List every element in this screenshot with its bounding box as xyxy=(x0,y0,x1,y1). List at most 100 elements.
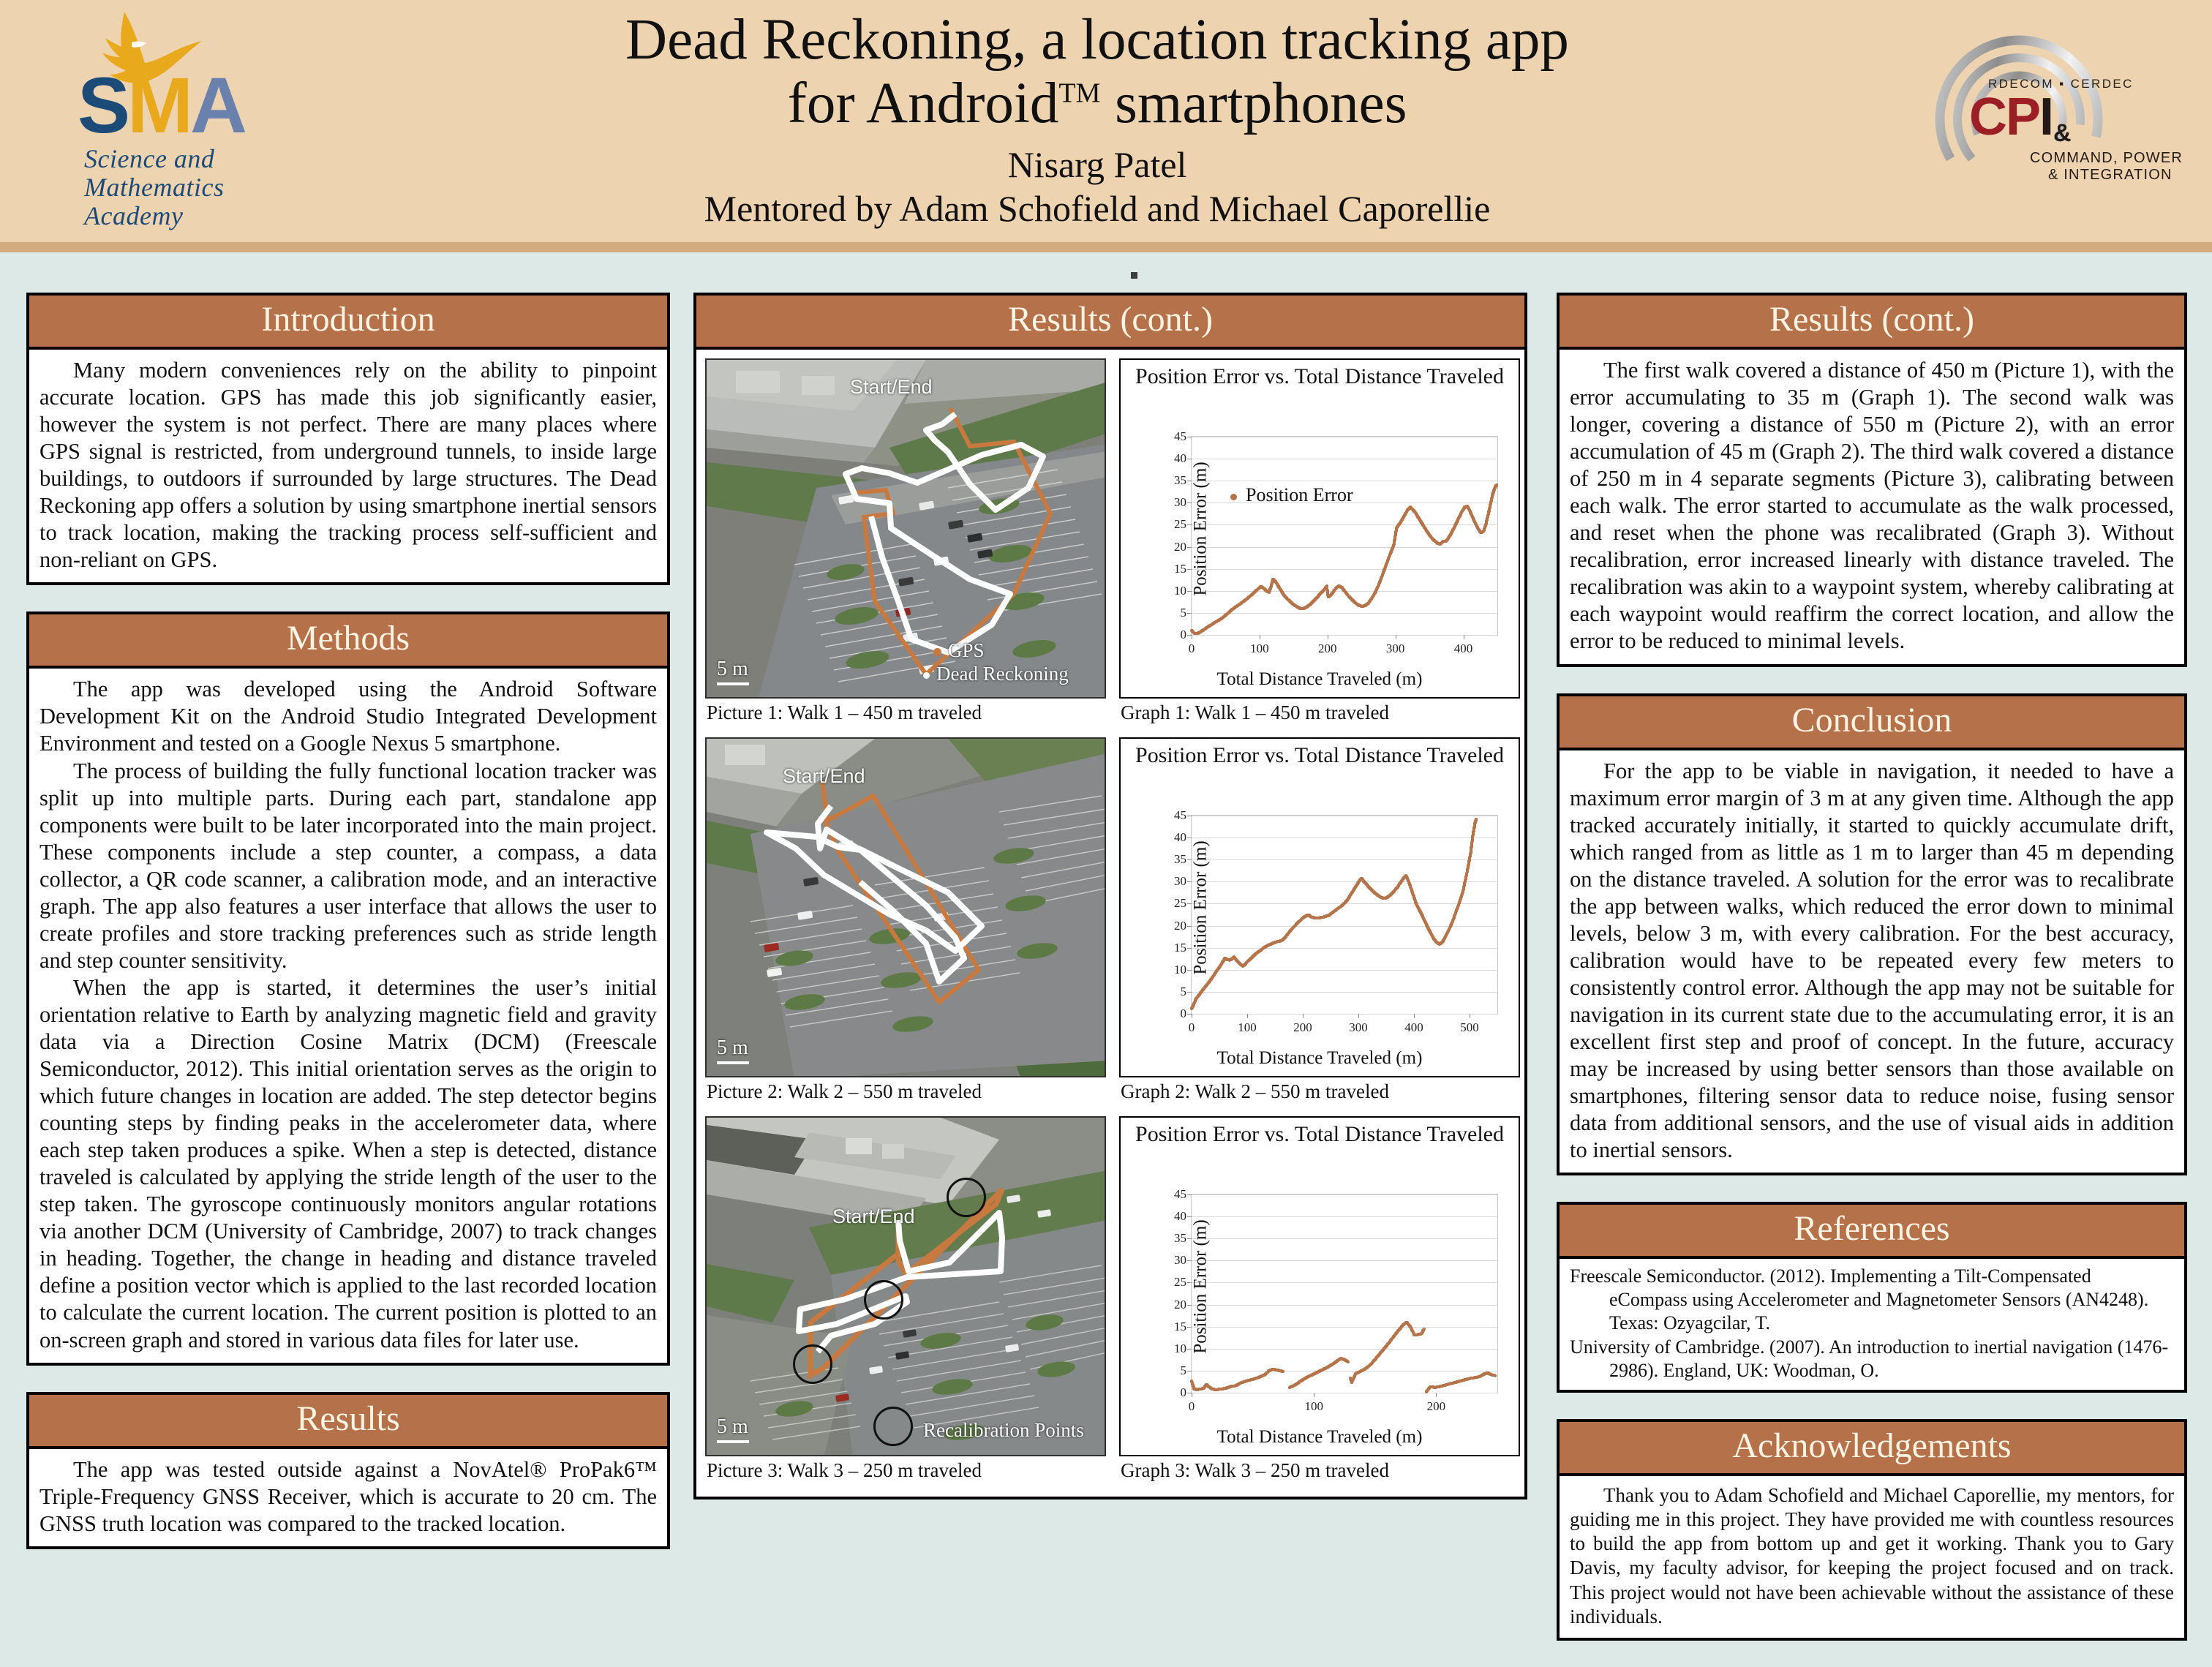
chart-x-tick-mark xyxy=(1358,1014,1359,1018)
chart-x-tick-mark xyxy=(1303,1014,1304,1018)
scale-bar-3: 5 m xyxy=(717,1415,749,1443)
cpi-bottom-line-2: & INTEGRATION xyxy=(2048,167,2172,183)
chart-y-tick-label: 30 xyxy=(1174,495,1186,510)
chart-y-tick-label: 10 xyxy=(1174,583,1186,598)
page-title: Dead Reckoning, a location tracking app … xyxy=(366,8,1829,136)
cpi-wordmark: CPI xyxy=(1969,87,2054,147)
chart-x-tick-label: 200 xyxy=(1293,1020,1312,1034)
figure-cell-graph-1: Position Error vs. Total Distance Travel… xyxy=(1119,358,1520,731)
satellite-image-walk-2: Start/End 5 m xyxy=(705,737,1106,1077)
title-block: Dead Reckoning, a location tracking app … xyxy=(366,8,1829,230)
scale-bar-line-2 xyxy=(717,1061,749,1064)
chart-1-legend-marker xyxy=(1230,493,1237,500)
chart-y-tick-label: 15 xyxy=(1174,561,1186,576)
chart-gridline xyxy=(1192,546,1497,548)
chart-x-tick-label: 400 xyxy=(1453,641,1473,655)
graph-3-caption: Graph 3: Walk 3 – 250 m traveled xyxy=(1121,1459,1389,1481)
satellite-image-walk-1: Start/End 5 m GPS Dead Reckoning xyxy=(705,358,1106,699)
chart-y-tick-label: 40 xyxy=(1174,1209,1186,1224)
figure-cell-picture-2: Start/End 5 m Picture 2: Walk 2 – 550 m … xyxy=(705,737,1106,1110)
sma-subtitle: Science and Mathematics Academy xyxy=(84,144,225,230)
results-body: The app was tested outside against a Nov… xyxy=(29,1449,667,1546)
figure-cell-picture-1: Start/End 5 m GPS Dead Reckoning Picture… xyxy=(705,358,1106,731)
chart-y-tick-label: 45 xyxy=(1174,429,1186,443)
chart-1-x-axis-title: Total Distance Traveled (m) xyxy=(1216,669,1423,689)
chart-x-tick-label: 200 xyxy=(1318,641,1337,655)
chart-x-tick-label: 0 xyxy=(1188,1399,1195,1413)
chart-gridline xyxy=(1192,568,1497,570)
chart-3-x-axis-title: Total Distance Traveled (m) xyxy=(1216,1427,1423,1447)
scale-bar-label-1: 5 m xyxy=(717,658,748,680)
methods-paragraph-3: When the app is started, it determines t… xyxy=(40,974,657,1352)
figure-row-2: Start/End 5 m Picture 2: Walk 2 – 550 m … xyxy=(705,737,1520,1110)
figure-cell-picture-3: Start/End Recalibration Points 5 m Pictu… xyxy=(705,1116,1106,1489)
chart-gridline xyxy=(1192,524,1497,526)
start-end-label-3: Start/End xyxy=(832,1205,915,1227)
sma-letter-a: A xyxy=(190,61,247,149)
chart-y-tick-label: 10 xyxy=(1174,1341,1186,1355)
chart-graph-3: Position Error vs. Total Distance Travel… xyxy=(1119,1116,1520,1456)
picture-3-caption: Picture 3: Walk 3 – 250 m traveled xyxy=(707,1459,982,1481)
aerial-map-2 xyxy=(707,739,1105,1076)
scale-bar-line-1 xyxy=(717,682,749,685)
title-line-2: for AndroidTM smartphones xyxy=(366,72,1829,136)
introduction-body: Many modern conveniences rely on the abi… xyxy=(29,350,667,582)
recalibration-circle-2 xyxy=(864,1280,903,1320)
chart-1-y-axis-title: Position Error (m) xyxy=(1190,461,1211,596)
sma-letter-s: S xyxy=(78,61,130,149)
results-cont-body: The first walk covered a distance of 450… xyxy=(1560,350,2184,664)
chart-x-tick-mark xyxy=(1436,1393,1437,1397)
references-body: Freescale Semiconductor. (2012). Impleme… xyxy=(1560,1259,2184,1390)
chart-x-tick-label: 0 xyxy=(1188,641,1195,655)
sma-letter-m: M xyxy=(127,61,193,149)
sma-letters: SMA xyxy=(78,66,247,145)
chart-y-tick-label: 45 xyxy=(1174,808,1186,822)
aerial-map-3 xyxy=(707,1118,1105,1455)
cpi-bottom-line-1: COMMAND, POWER xyxy=(2030,150,2183,166)
chart-x-tick-label: 100 xyxy=(1238,1020,1257,1034)
cpi-i: I xyxy=(2039,88,2054,146)
chart-x-tick-label: 200 xyxy=(1426,1399,1446,1413)
chart-y-tick-mark xyxy=(1187,612,1192,614)
chart-y-tick-label: 5 xyxy=(1180,1363,1187,1377)
chart-data-point xyxy=(1475,817,1478,821)
chart-gridline xyxy=(1192,1304,1497,1306)
chart-y-tick-label: 25 xyxy=(1174,517,1186,532)
panel-references: References Freescale Semiconductor. (201… xyxy=(1557,1202,2187,1393)
figure-cell-graph-2: Position Error vs. Total Distance Travel… xyxy=(1119,737,1520,1110)
recalibration-points-label: Recalibration Points xyxy=(923,1419,1084,1441)
chart-y-tick-mark xyxy=(1187,991,1192,993)
chart-x-tick-label: 400 xyxy=(1404,1020,1423,1034)
chart-gridline xyxy=(1192,881,1497,883)
chart-y-tick-label: 20 xyxy=(1174,918,1186,933)
right-column: Results (cont.) The first walk covered a… xyxy=(1557,293,2187,1667)
panel-methods: Methods The app was developed using the … xyxy=(26,612,670,1366)
chart-y-tick-label: 45 xyxy=(1174,1187,1186,1201)
results-cont-heading: Results (cont.) xyxy=(1560,296,2184,350)
chart-y-tick-mark xyxy=(1187,1194,1192,1195)
chart-gridline xyxy=(1192,969,1497,971)
acknowledgements-heading: Acknowledgements xyxy=(1560,1421,2184,1476)
panel-results-cont-figures: Results (cont.) Start/End 5 m GPS Dead R… xyxy=(693,293,1527,1499)
chart-data-point xyxy=(1422,1328,1426,1331)
recalibration-circle-legend-marker xyxy=(873,1407,913,1446)
figure-row-3: Start/End Recalibration Points 5 m Pictu… xyxy=(705,1116,1520,1489)
chart-y-tick-label: 0 xyxy=(1180,1006,1187,1020)
dead-reckoning-legend-label: Dead Reckoning xyxy=(936,663,1069,685)
recalibration-circle-3 xyxy=(793,1344,832,1384)
chart-1-legend-label: Position Error xyxy=(1246,484,1353,505)
title-line-1: Dead Reckoning, a location tracking app xyxy=(625,8,1569,72)
scale-bar-1: 5 m xyxy=(717,658,749,685)
title-line-2-b: smartphones xyxy=(1100,71,1407,135)
title-line-2-a: for Android xyxy=(787,71,1059,135)
chart-1-plot-area: 0 5 10 15 20 25 30 35 40 45 0 100 200 300 400 xyxy=(1174,429,1499,655)
trademark-superscript: TM xyxy=(1058,78,1101,109)
chart-y-tick-label: 25 xyxy=(1174,1275,1186,1290)
chart-y-tick-label: 35 xyxy=(1174,473,1186,488)
panel-conclusion: Conclusion For the app to be viable in n… xyxy=(1557,693,2187,1176)
chart-data-point xyxy=(1282,1370,1285,1374)
graph-1-caption: Graph 1: Walk 1 – 450 m traveled xyxy=(1121,701,1389,723)
chart-y-tick-label: 15 xyxy=(1174,1319,1186,1333)
satellite-image-walk-3: Start/End Recalibration Points 5 m xyxy=(705,1116,1106,1456)
chart-y-tick-label: 30 xyxy=(1174,874,1186,889)
